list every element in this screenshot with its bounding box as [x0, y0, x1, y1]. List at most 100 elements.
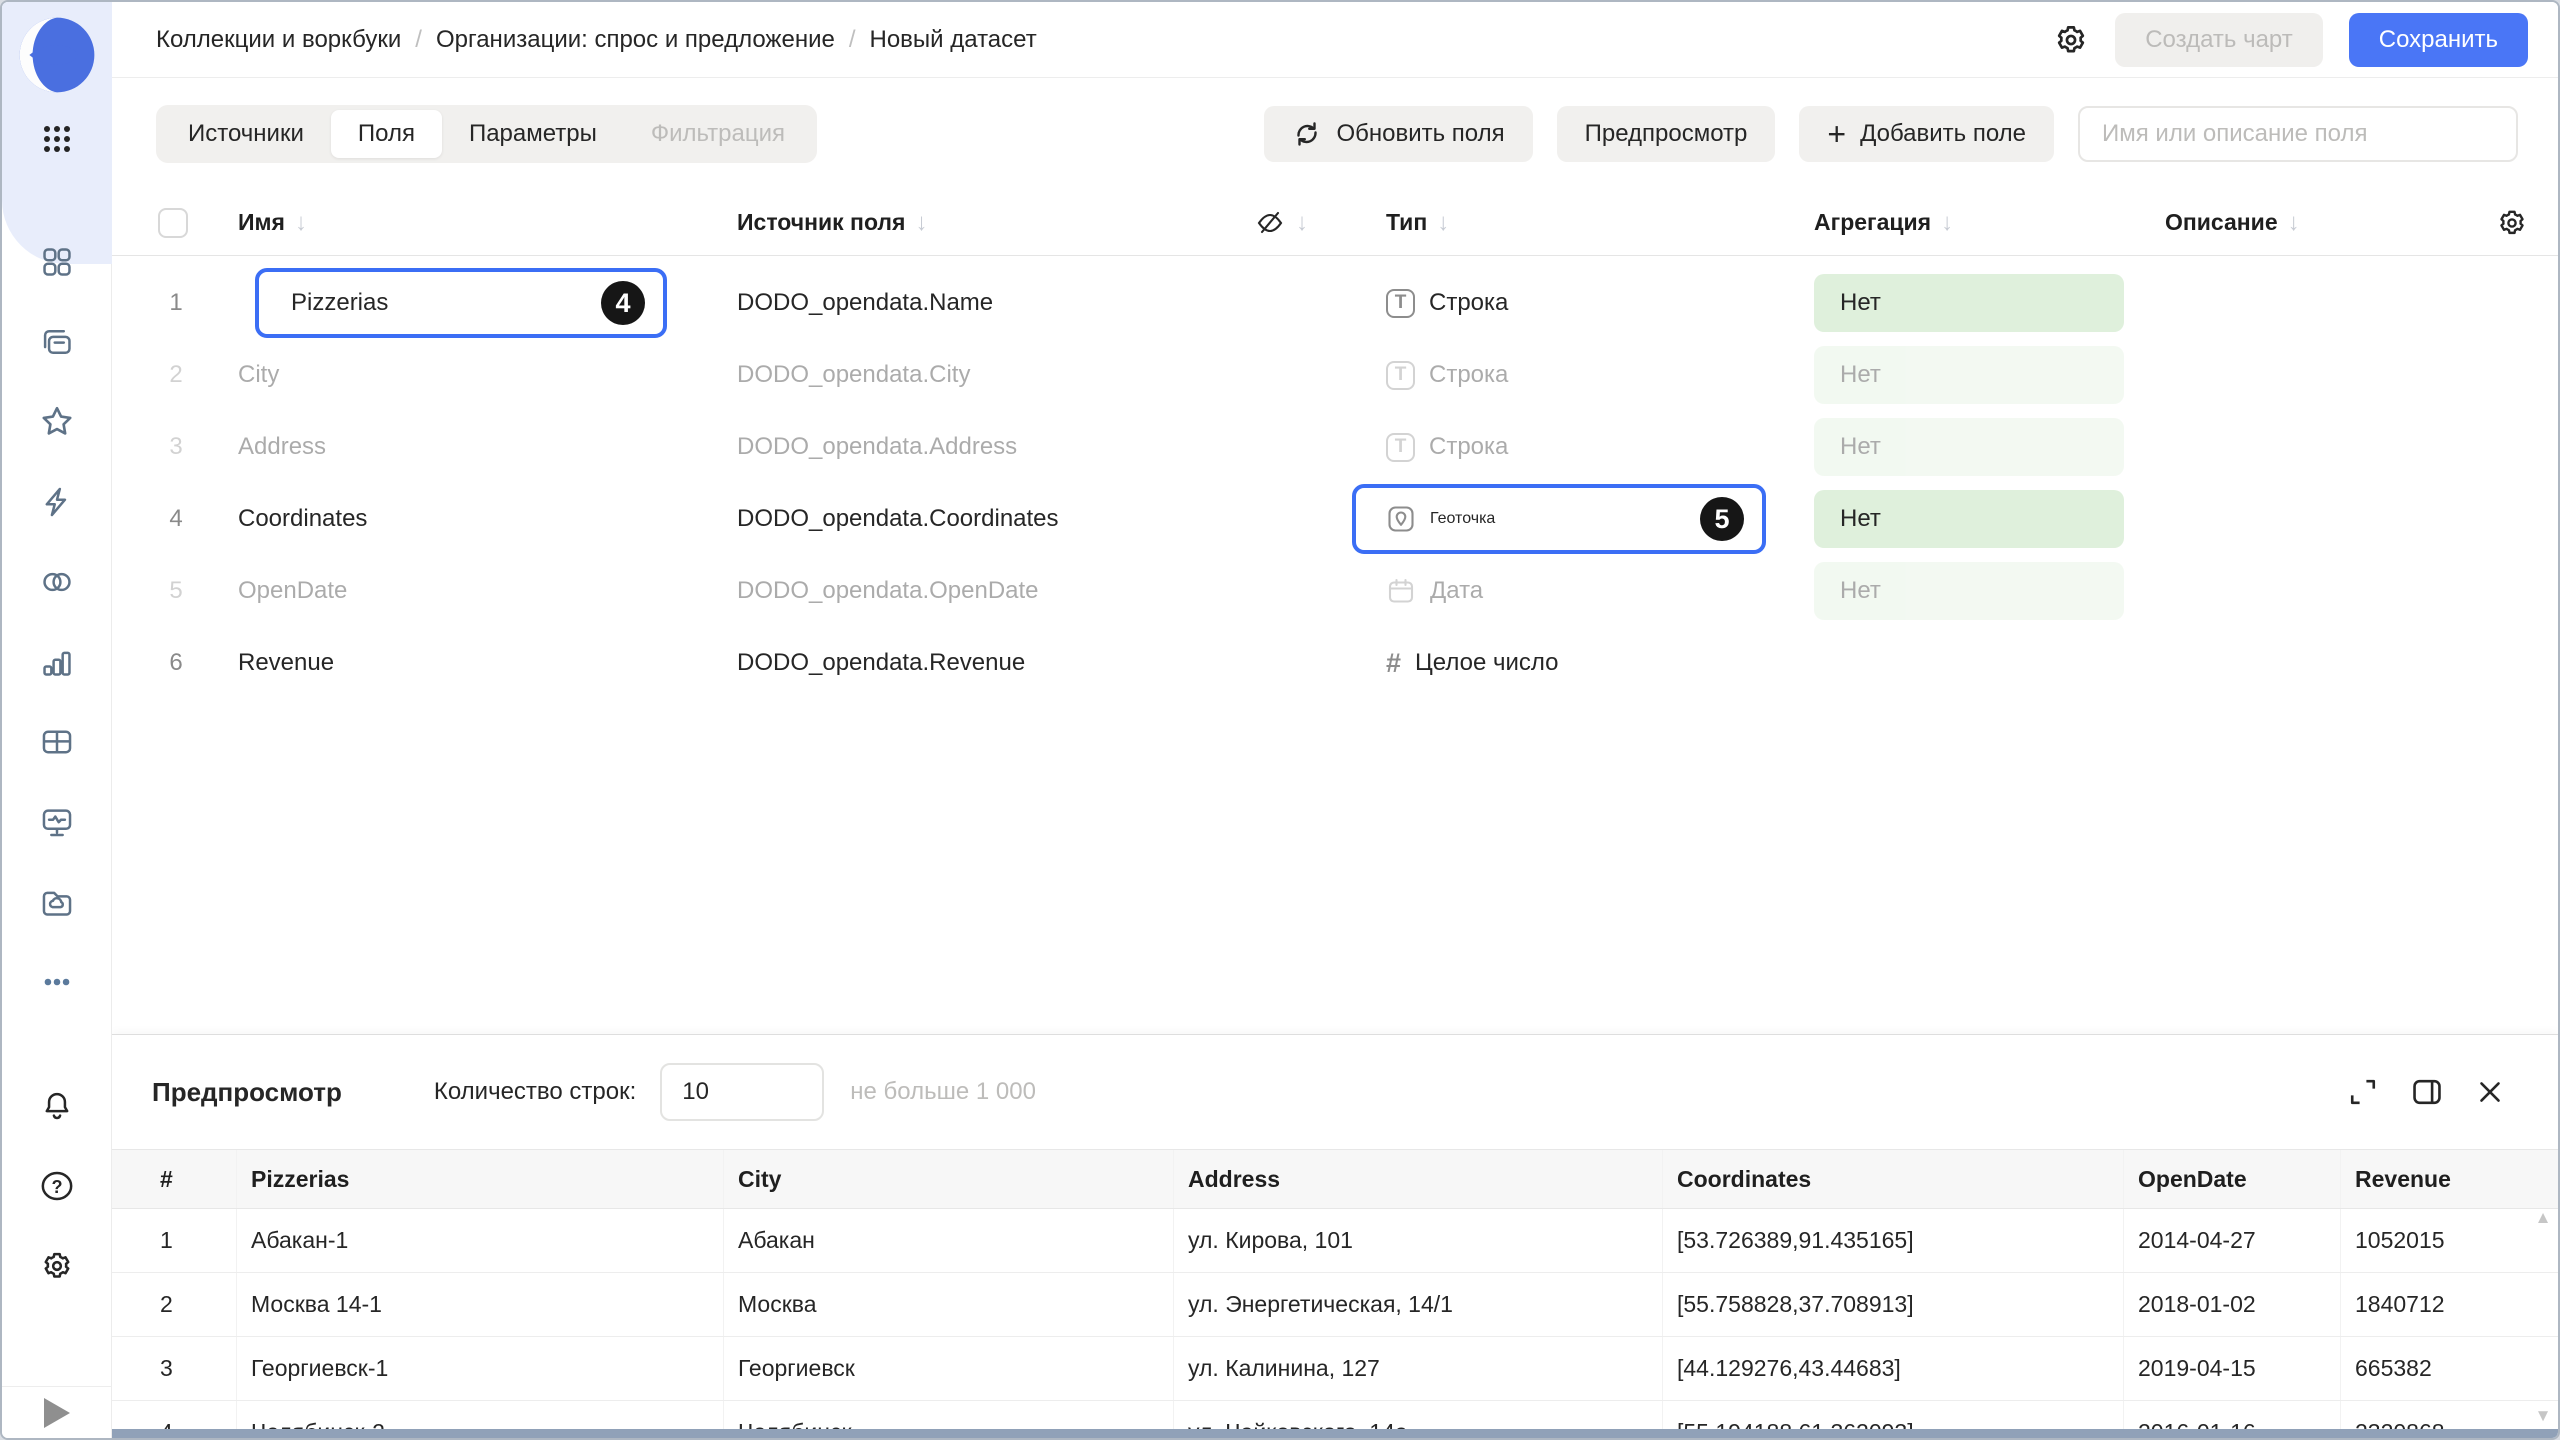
refresh-icon: [1292, 119, 1322, 149]
storage-folder-icon[interactable]: [39, 884, 75, 920]
row-number: 6: [150, 649, 202, 677]
preview-scrollbar[interactable]: ▲ ▼: [2532, 1209, 2554, 1424]
sort-arrow-icon: ↓: [915, 209, 927, 237]
notifications-bell-icon[interactable]: [39, 1088, 75, 1124]
dashboards-monitor-icon[interactable]: [39, 804, 75, 840]
column-header-name[interactable]: Имя ↓: [202, 209, 722, 237]
sort-arrow-icon: ↓: [295, 209, 307, 237]
sidebar-bottom: ?: [2, 1088, 112, 1284]
help-icon[interactable]: ?: [39, 1168, 75, 1204]
preview-toggle-button[interactable]: Предпросмотр: [1557, 106, 1776, 162]
string-type-icon: T: [1386, 289, 1415, 318]
sidebar: ?: [2, 2, 112, 1438]
tab-parameters[interactable]: Параметры: [442, 110, 624, 158]
integer-type-icon: #: [1386, 648, 1401, 679]
scroll-up-icon[interactable]: ▲: [2535, 1209, 2552, 1226]
preview-panel: Предпросмотр Количество строк: не больше…: [112, 1034, 2558, 1438]
aggregation-select[interactable]: Нет: [1814, 490, 2124, 548]
field-source: DODO_opendata.Coordinates: [722, 505, 1232, 533]
topbar-actions: Создать чарт Сохранить: [2053, 13, 2528, 67]
tab-sources[interactable]: Источники: [161, 110, 331, 158]
aggregation-select[interactable]: Нет: [1814, 418, 2124, 476]
more-ellipsis-icon[interactable]: [39, 964, 75, 1000]
column-header-type[interactable]: Тип ↓: [1352, 209, 1812, 237]
row-number: 2: [150, 361, 202, 389]
field-type-label: Строка: [1429, 433, 1508, 461]
annotation-badge-4: 4: [601, 281, 645, 325]
preview-title: Предпросмотр: [152, 1077, 342, 1108]
field-source: DODO_opendata.Name: [722, 289, 1232, 317]
collections-icon[interactable]: [39, 244, 75, 280]
tab-filtering[interactable]: Фильтрация: [624, 110, 812, 158]
annotated-field-type-cell[interactable]: Геоточка 5: [1352, 484, 1766, 554]
workbooks-icon[interactable]: [39, 324, 75, 360]
preview-col-coordinates: Coordinates: [1662, 1150, 2137, 1208]
preview-col-pizzerias: Pizzerias: [236, 1150, 737, 1208]
preview-col-address: Address: [1173, 1150, 1676, 1208]
field-type-label: Геоточка: [1430, 510, 1495, 528]
field-type-cell[interactable]: T Строка: [1352, 361, 1812, 390]
breadcrumb-collections[interactable]: Коллекции и воркбуки: [156, 26, 401, 54]
field-name[interactable]: Coordinates: [202, 505, 722, 533]
datasets-icon[interactable]: [39, 564, 75, 600]
breadcrumb-workbook[interactable]: Организации: спрос и предложение: [436, 26, 835, 54]
settings-gear-icon[interactable]: [39, 1248, 75, 1284]
field-aggregation-cell: Нет: [1812, 346, 2165, 404]
aggregation-select[interactable]: Нет: [1814, 562, 2124, 620]
datalens-logo[interactable]: [18, 16, 96, 94]
refresh-fields-button[interactable]: Обновить поля: [1264, 106, 1532, 162]
expand-sidebar-icon[interactable]: [44, 1398, 70, 1428]
tab-group: Источники Поля Параметры Фильтрация: [156, 105, 817, 163]
create-chart-button[interactable]: Создать чарт: [2115, 13, 2323, 67]
field-name[interactable]: Address: [202, 433, 722, 461]
toolbar-actions: Обновить поля Предпросмотр + Добавить по…: [1264, 106, 2518, 162]
scroll-down-icon[interactable]: ▼: [2535, 1407, 2552, 1424]
topbar: Коллекции и воркбуки / Организации: спро…: [112, 2, 2558, 78]
field-source: DODO_opendata.City: [722, 361, 1232, 389]
dataset-settings-gear-icon[interactable]: [2053, 22, 2089, 58]
favorites-star-icon[interactable]: [39, 404, 75, 440]
column-header-source[interactable]: Источник поля ↓: [722, 209, 1232, 237]
field-type-cell[interactable]: T Строка: [1352, 433, 1812, 462]
eye-slash-icon: [1254, 207, 1286, 239]
field-aggregation-cell: Нет: [1812, 562, 2165, 620]
annotated-field-name-cell[interactable]: Pizzerias 4: [255, 268, 667, 338]
close-preview-icon[interactable]: [2474, 1076, 2506, 1108]
app-window: ? Коллекции и воркбуки / Организации: сп…: [0, 0, 2560, 1440]
field-name[interactable]: Revenue: [202, 649, 722, 677]
select-all-checkbox[interactable]: [158, 208, 188, 238]
expand-preview-icon[interactable]: [2346, 1075, 2380, 1109]
table-settings-gear-icon[interactable]: [2495, 207, 2528, 239]
string-type-icon: T: [1386, 361, 1415, 390]
field-type-cell[interactable]: Дата: [1352, 576, 1812, 606]
column-header-aggregation[interactable]: Агрегация ↓: [1812, 209, 2165, 237]
split-layout-icon[interactable]: [2410, 1075, 2444, 1109]
field-search-input[interactable]: [2078, 106, 2518, 162]
field-name[interactable]: City: [202, 361, 722, 389]
field-row-revenue: 6 Revenue DODO_opendata.Revenue # Целое …: [112, 627, 2558, 699]
save-button[interactable]: Сохранить: [2349, 13, 2528, 67]
charts-icon[interactable]: [39, 644, 75, 680]
field-row-city: 2 City DODO_opendata.City T Строка Нет: [112, 339, 2558, 411]
string-type-icon: T: [1386, 433, 1415, 462]
add-field-button[interactable]: + Добавить поле: [1799, 106, 2054, 162]
column-header-description[interactable]: Описание ↓: [2165, 209, 2495, 237]
row-count-input[interactable]: [660, 1063, 824, 1121]
tab-fields[interactable]: Поля: [331, 110, 442, 158]
field-source: DODO_opendata.OpenDate: [722, 577, 1232, 605]
preview-col-revenue: Revenue: [2340, 1150, 2498, 1208]
field-type-cell[interactable]: # Целое число: [1352, 648, 1812, 679]
column-header-visibility[interactable]: ↓: [1232, 207, 1352, 239]
aggregation-select[interactable]: Нет: [1814, 346, 2124, 404]
field-name: Pizzerias: [291, 289, 388, 317]
field-type-cell[interactable]: T Строка: [1352, 289, 1812, 318]
field-source: DODO_opendata.Address: [722, 433, 1232, 461]
aggregation-select[interactable]: Нет: [1814, 274, 2124, 332]
services-grid-icon[interactable]: [39, 121, 75, 157]
fields-table-header: Имя ↓ Источник поля ↓ ↓ Тип ↓: [112, 190, 2558, 256]
svg-text:?: ?: [51, 1177, 62, 1197]
horizontal-scrollbar[interactable]: [112, 1429, 2558, 1438]
field-name[interactable]: OpenDate: [202, 577, 722, 605]
connections-lightning-icon[interactable]: [39, 484, 75, 520]
tables-icon[interactable]: [39, 724, 75, 760]
